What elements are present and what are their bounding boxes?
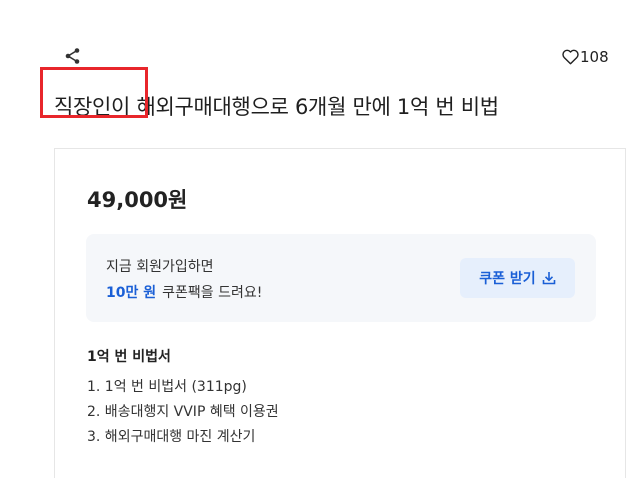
- list-item: 2. 배송대행지 VVIP 혜택 이용권: [87, 404, 279, 420]
- share-button[interactable]: [63, 46, 83, 66]
- coupon-message-line1: 지금 회원가입하면: [106, 259, 214, 275]
- highlight-annotation-box: [40, 67, 148, 118]
- list-item: 1. 1억 번 비법서 (311pg): [87, 379, 247, 395]
- bundle-item-list: 1. 1억 번 비법서 (311pg) 2. 배송대행지 VVIP 혜택 이용권…: [87, 375, 279, 450]
- coupon-message-rest: 쿠폰팩을 드려요!: [162, 285, 263, 301]
- bundle-title: 1억 번 비법서: [87, 349, 171, 365]
- product-price: 49,000원: [87, 188, 188, 212]
- coupon-message-line2: 10만 원 쿠폰팩을 드려요!: [106, 282, 262, 302]
- get-coupon-label: 쿠폰 받기: [479, 271, 536, 287]
- coupon-amount: 10만 원: [106, 285, 157, 301]
- coupon-banner: 지금 회원가입하면 10만 원 쿠폰팩을 드려요! 쿠폰 받기: [86, 234, 596, 322]
- get-coupon-button[interactable]: 쿠폰 받기: [460, 258, 575, 298]
- heart-outline-icon: [562, 49, 579, 65]
- like-count: 108: [580, 48, 609, 66]
- like-button[interactable]: 108: [562, 46, 609, 68]
- download-icon: [542, 272, 556, 285]
- product-purchase-card: 49,000원 지금 회원가입하면 10만 원 쿠폰팩을 드려요! 쿠폰 받기 1…: [54, 148, 626, 478]
- list-item: 3. 해외구매대행 마진 계산기: [87, 429, 256, 445]
- share-icon: [65, 48, 80, 64]
